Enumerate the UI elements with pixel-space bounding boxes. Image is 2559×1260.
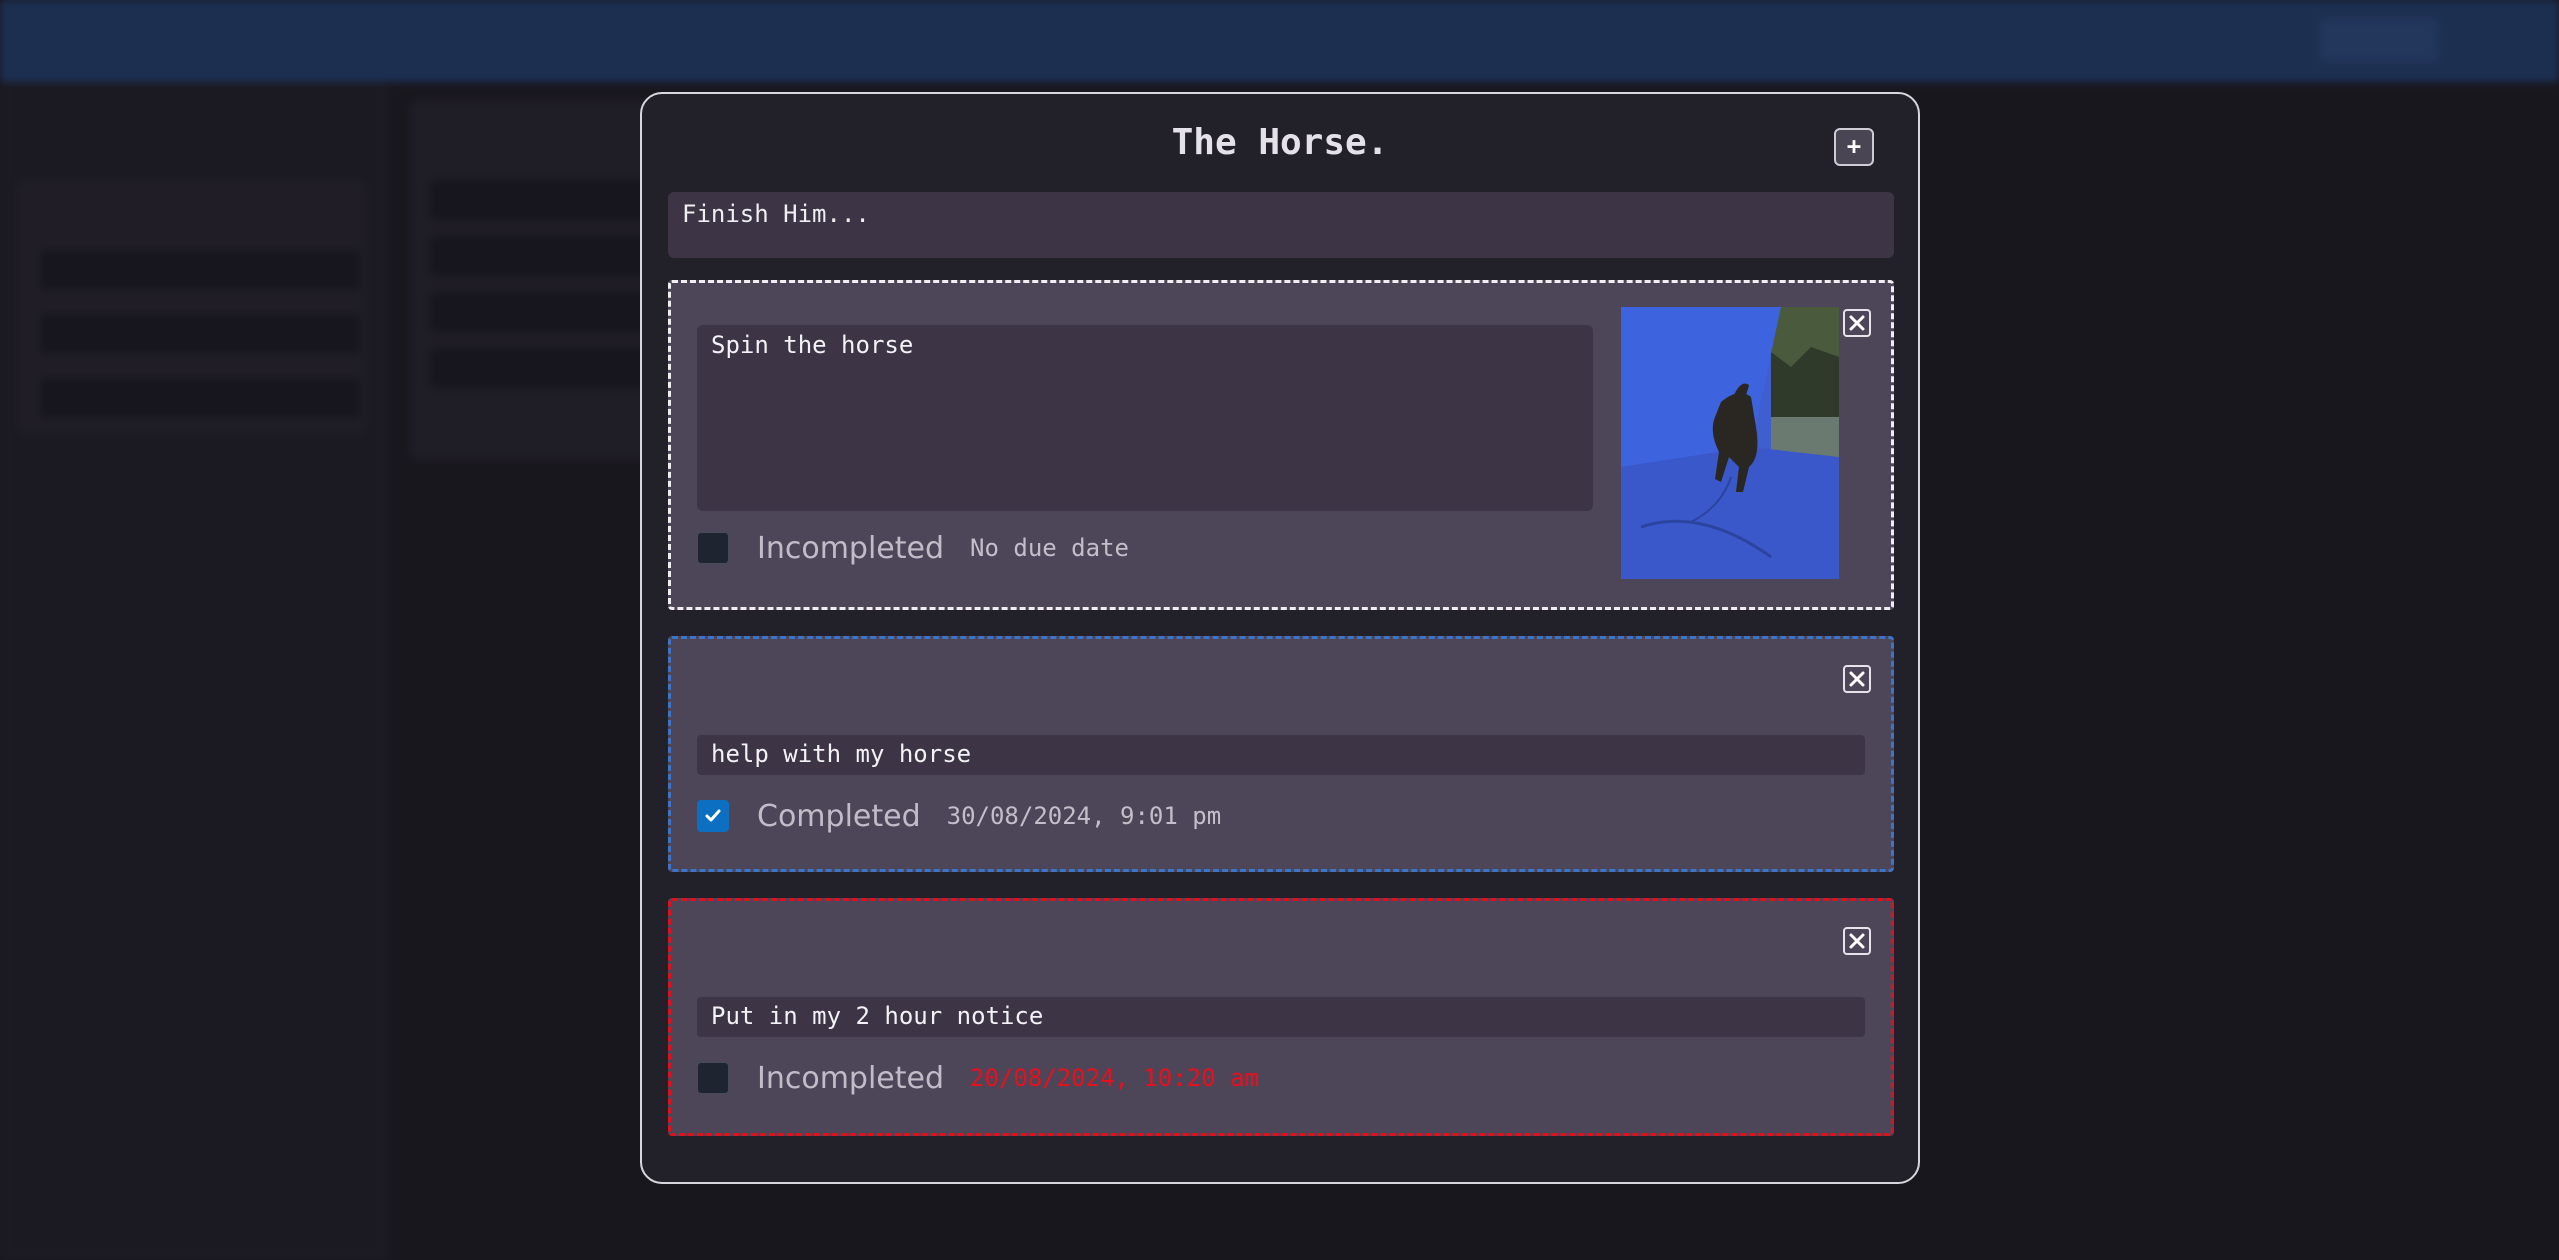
delete-task-button[interactable] xyxy=(1843,309,1871,337)
task-card: Put in my 2 hour notice Incompleted 20/0… xyxy=(668,898,1894,1136)
task-card: Spin the horse Incompleted No due date xyxy=(668,280,1894,610)
task-status-label: Incompleted xyxy=(757,1060,945,1096)
task-text-field[interactable]: help with my horse xyxy=(697,735,1865,775)
task-due-date: 30/08/2024, 9:01 pm xyxy=(946,802,1222,830)
list-description-field[interactable]: Finish Him... xyxy=(668,192,1894,258)
task-due-date-overdue: 20/08/2024, 10:20 am xyxy=(970,1064,1260,1092)
task-complete-checkbox[interactable] xyxy=(697,1062,729,1094)
task-due-date: No due date xyxy=(970,534,1129,562)
delete-task-button[interactable] xyxy=(1843,665,1871,693)
horse-photo-icon xyxy=(1621,307,1839,579)
task-complete-checkbox[interactable] xyxy=(697,800,729,832)
task-text-field[interactable]: Put in my 2 hour notice xyxy=(697,997,1865,1037)
close-icon xyxy=(1849,671,1865,687)
task-status-label: Completed xyxy=(757,798,921,834)
task-status-row: Completed 30/08/2024, 9:01 pm xyxy=(697,796,1221,836)
task-text-field[interactable]: Spin the horse xyxy=(697,325,1593,511)
task-list-modal: The Horse. + Finish Him... Spin the hors… xyxy=(640,92,1920,1184)
task-complete-checkbox[interactable] xyxy=(697,532,729,564)
close-icon xyxy=(1849,315,1865,331)
checkmark-icon xyxy=(705,809,721,822)
close-icon xyxy=(1849,933,1865,949)
add-task-button[interactable]: + xyxy=(1834,128,1874,166)
task-status-row: Incompleted No due date xyxy=(697,528,1129,568)
task-status-row: Incompleted 20/08/2024, 10:20 am xyxy=(697,1058,1259,1098)
modal-title: The Horse. xyxy=(1171,122,1389,163)
task-card: help with my horse Completed 30/08/2024,… xyxy=(668,636,1894,872)
task-status-label: Incompleted xyxy=(757,530,945,566)
delete-task-button[interactable] xyxy=(1843,927,1871,955)
task-image xyxy=(1621,307,1839,579)
